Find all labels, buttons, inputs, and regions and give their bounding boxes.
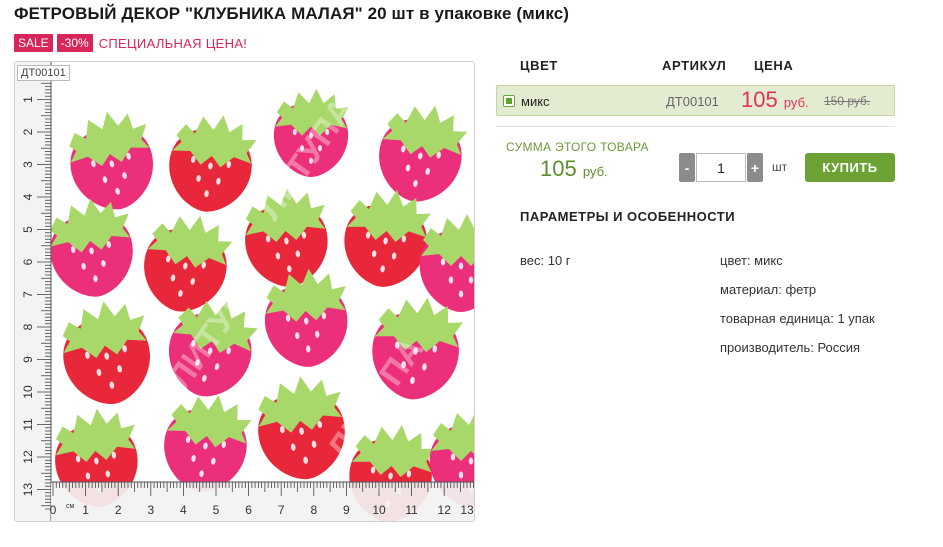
horizontal-ruler-label: 0 [50, 503, 57, 517]
sum-value: 105 руб. [540, 156, 608, 182]
variant-color: микс [521, 94, 550, 109]
horizontal-ruler-label: 4 [180, 503, 187, 517]
quantity-stepper: - + [679, 153, 763, 182]
variant-price-value: 105 [741, 87, 778, 112]
horizontal-ruler-label: 13 [460, 503, 474, 517]
header-color: ЦВЕТ [520, 58, 558, 73]
quantity-input[interactable] [696, 153, 746, 182]
variant-old-price: 150 руб. [824, 94, 871, 108]
horizontal-ruler-label: 5 [213, 503, 220, 517]
vertical-ruler-label: 7 [21, 291, 35, 298]
param-unit: товарная единица: 1 упак [720, 311, 875, 326]
product-title: ФЕТРОВЫЙ ДЕКОР "КЛУБНИКА МАЛАЯ" 20 шт в … [14, 4, 570, 23]
discount-badge: -30% [56, 34, 93, 52]
horizontal-ruler-label: 2 [115, 503, 122, 517]
header-sku: АРТИКУЛ [662, 58, 727, 73]
vertical-ruler-label: 5 [21, 226, 35, 233]
vertical-ruler-label: 10 [21, 385, 35, 399]
variant-price: 105 руб. [741, 87, 809, 113]
horizontal-ruler-label: 11 [405, 503, 418, 517]
sale-badges: SALE -30% СПЕЦИАЛЬНАЯ ЦЕНА! [14, 34, 247, 52]
vertical-ruler-label: 2 [21, 128, 35, 135]
vertical-ruler-label: 13 [21, 483, 35, 497]
horizontal-ruler-label: 3 [147, 503, 154, 517]
vertical-ruler-label: 6 [21, 258, 35, 265]
param-weight: вес: 10 г [520, 253, 571, 268]
vertical-ruler-label: 8 [21, 323, 35, 330]
quantity-minus-button[interactable]: - [679, 153, 695, 182]
image-code-label: ДТ00101 [17, 65, 70, 81]
vertical-ruler-label: 12 [21, 450, 35, 464]
quantity-plus-button[interactable]: + [747, 153, 763, 182]
sum-currency: руб. [582, 164, 608, 179]
sum-amount: 105 [540, 156, 577, 181]
horizontal-ruler-label: 10 [372, 503, 386, 517]
horizontal-ruler-label: 7 [278, 503, 285, 517]
param-material: материал: фетр [720, 282, 817, 297]
param-color: цвет: микс [720, 253, 783, 268]
horizontal-ruler-label: 6 [245, 503, 252, 517]
param-manufacturer: производитель: Россия [720, 340, 861, 355]
variant-row[interactable]: микс ДТ00101 105 руб. 150 руб. [496, 85, 895, 116]
horizontal-ruler-label: 12 [438, 503, 452, 517]
vertical-ruler-label: 1 [21, 96, 35, 103]
ruler-unit-label: см [66, 503, 75, 510]
sum-label: СУММА ЭТОГО ТОВАРА [506, 140, 649, 154]
vertical-ruler-label: 9 [21, 356, 35, 363]
header-price: ЦЕНА [754, 58, 794, 73]
vertical-ruler-label: 3 [21, 161, 35, 168]
divider [496, 126, 895, 127]
buy-button[interactable]: КУПИТЬ [805, 153, 895, 182]
variant-sku: ДТ00101 [666, 94, 719, 109]
product-image[interactable]: ЛИТУПА ЛИТУПА ЛИТУПА 1 2 3 4 5 6 7 8 9 10 11 12 13 012… [14, 61, 475, 522]
horizontal-ruler-label: 8 [310, 503, 317, 517]
variant-price-currency: руб. [783, 95, 809, 110]
horizontal-ruler-label: 9 [343, 503, 350, 517]
special-price-label: СПЕЦИАЛЬНАЯ ЦЕНА! [98, 35, 248, 51]
vertical-ruler-label: 4 [21, 193, 35, 200]
quantity-unit: шт [772, 160, 788, 174]
product-photo-canvas: ЛИТУПАЛИТУПАЛИТУПА 12345678910111213 012… [15, 62, 474, 521]
vertical-ruler-label: 11 [21, 418, 35, 431]
sale-badge: SALE [14, 34, 53, 52]
params-title: ПАРАМЕТРЫ И ОСОБЕННОСТИ [520, 209, 736, 224]
variant-radio[interactable] [503, 95, 515, 107]
horizontal-ruler-label: 1 [82, 503, 89, 517]
